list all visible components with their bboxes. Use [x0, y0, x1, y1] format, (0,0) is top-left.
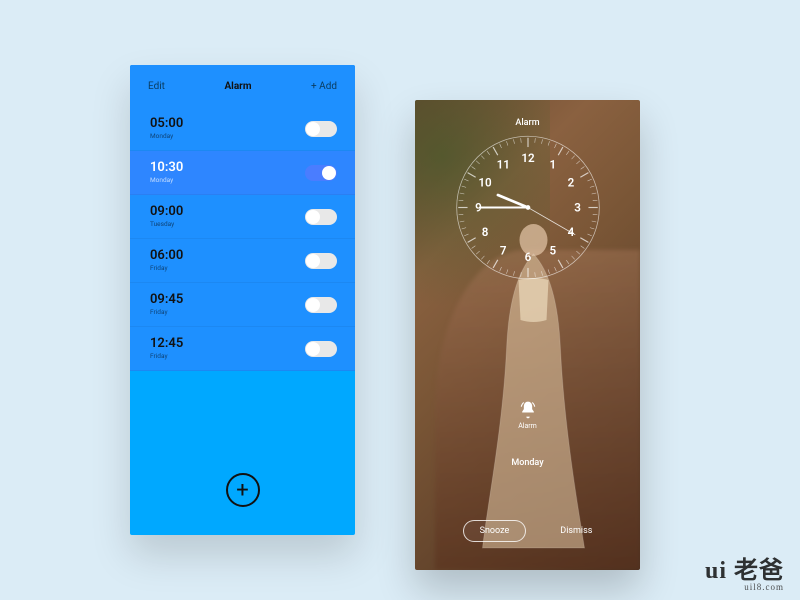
watermark-url: uil8.com: [705, 583, 784, 592]
dismiss-button[interactable]: Dismiss: [560, 526, 592, 536]
alarm-toggle[interactable]: [305, 253, 337, 269]
add-button[interactable]: + Add: [311, 81, 337, 92]
bell-icon: [518, 400, 538, 420]
alarm-list-screen: Edit Alarm + Add 05:00Monday10:30Monday0…: [130, 65, 355, 535]
alarm-day-label: Monday: [150, 177, 183, 184]
page-title: Alarm: [224, 81, 251, 92]
watermark-brand: ui 老爸: [705, 559, 784, 583]
action-row: Snooze Dismiss: [415, 520, 640, 542]
alarm-day: Monday: [415, 458, 640, 468]
alarm-toggle[interactable]: [305, 297, 337, 313]
alarm-time: 09:00: [150, 205, 183, 219]
analog-clock: 123456789101112: [450, 130, 605, 285]
alarm-toggle[interactable]: [305, 121, 337, 137]
alarm-row[interactable]: 12:45 Friday: [130, 327, 355, 371]
svg-text:11: 11: [496, 157, 509, 171]
alarm-list: 05:00 Monday 10:30 Monday 09:00 Tuesday 06:00 F…: [130, 107, 355, 371]
alarm-row[interactable]: 05:00 Monday: [130, 107, 355, 151]
alarm-row[interactable]: 09:00 Tuesday: [130, 195, 355, 239]
alarm-indicator-label: Alarm: [518, 422, 538, 430]
alarm-time: 05:00: [150, 117, 183, 131]
watermark: ui 老爸 uil8.com: [705, 559, 784, 592]
snooze-button[interactable]: Snooze: [463, 520, 527, 542]
alarm-time: 10:30: [150, 161, 183, 175]
edit-button[interactable]: Edit: [148, 81, 165, 92]
header-bar: Edit Alarm + Add: [130, 65, 355, 107]
svg-text:3: 3: [574, 200, 581, 214]
svg-text:2: 2: [567, 176, 574, 190]
svg-text:12: 12: [521, 151, 535, 165]
alarm-day-label: Friday: [150, 265, 183, 272]
alarm-indicator: Alarm: [518, 400, 538, 430]
svg-text:6: 6: [524, 250, 531, 264]
alarm-day-label: Friday: [150, 309, 183, 316]
svg-text:5: 5: [549, 243, 556, 257]
alarm-time: 06:00: [150, 249, 183, 263]
add-alarm-fab[interactable]: +: [226, 473, 260, 507]
alarm-row[interactable]: 09:45 Friday: [130, 283, 355, 327]
alarm-toggle[interactable]: [305, 209, 337, 225]
svg-text:10: 10: [478, 176, 492, 190]
svg-text:7: 7: [499, 243, 506, 257]
alarm-day-label: Tuesday: [150, 221, 183, 228]
alarm-row[interactable]: 10:30 Monday: [130, 151, 355, 195]
alarm-time: 09:45: [150, 293, 183, 307]
alarm-toggle[interactable]: [305, 341, 337, 357]
svg-text:1: 1: [549, 157, 556, 171]
alarm-row[interactable]: 06:00 Friday: [130, 239, 355, 283]
alarm-time: 12:45: [150, 337, 183, 351]
alarm-ring-screen: Alarm 123456789101112 Alarm Monday Snooz…: [415, 100, 640, 570]
alarm-toggle[interactable]: [305, 165, 337, 181]
plus-icon: +: [236, 478, 248, 503]
alarm-day-label: Friday: [150, 353, 183, 360]
screen-title: Alarm: [415, 118, 640, 128]
alarm-day-label: Monday: [150, 133, 183, 140]
svg-text:8: 8: [481, 225, 488, 239]
